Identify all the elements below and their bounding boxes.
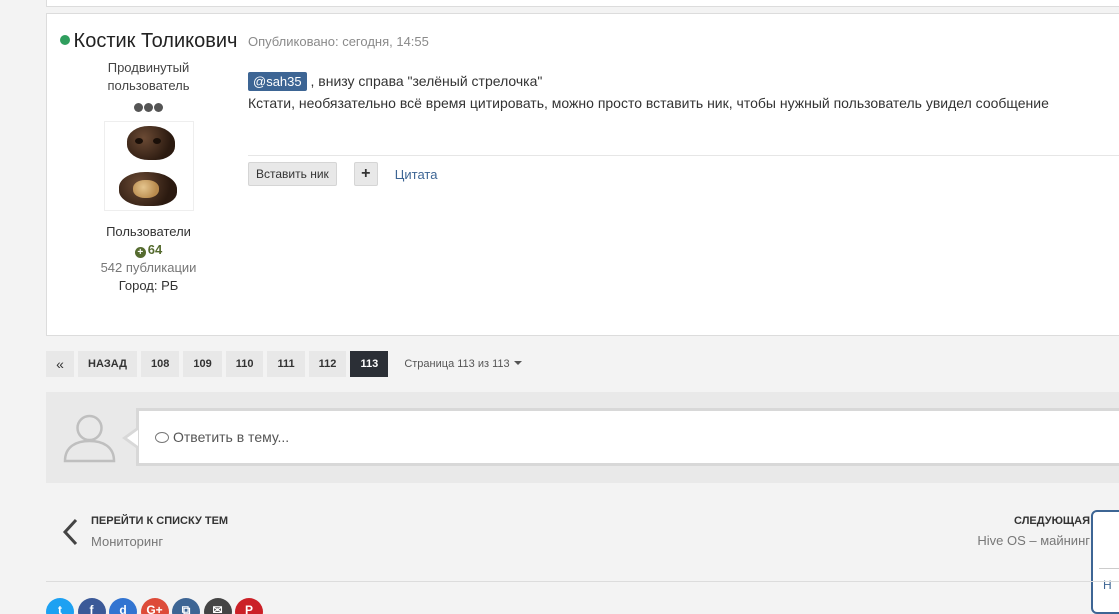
online-status-icon <box>59 35 70 45</box>
reply-area: Ответить в тему... <box>46 392 1119 483</box>
first-page-button[interactable]: « <box>46 351 74 377</box>
quote-link[interactable]: Цитата <box>395 167 438 182</box>
multiquote-plus-button[interactable]: + <box>353 162 378 186</box>
prev-page-button[interactable]: НАЗАД <box>78 351 137 377</box>
notification-popup[interactable]: Н <box>1091 510 1119 614</box>
author-avatar[interactable] <box>103 121 194 211</box>
page-button[interactable]: 111 <box>267 351 305 377</box>
post-body: Опубликовано: сегодня, 14:55 @sah35 , вн… <box>248 14 1119 186</box>
chevron-left-icon <box>62 518 78 546</box>
reputation: +64 <box>47 241 250 259</box>
post-divider <box>248 155 1119 156</box>
previous-post-edge <box>46 0 1119 7</box>
post-actions: Вставить ник + Цитата <box>248 162 437 186</box>
share-icon[interactable]: ⧉ <box>172 598 200 614</box>
author-name-text[interactable]: Костик Толикович <box>74 30 238 52</box>
post-count: 542 публикации <box>100 260 197 275</box>
page-jump-dropdown[interactable]: Страница 113 из 113 <box>404 358 522 370</box>
page-button[interactable]: 112 <box>308 351 347 377</box>
author-name[interactable]: Костик Толикович <box>47 30 250 53</box>
popup-divider <box>1099 568 1119 569</box>
user-mention[interactable]: @sah35 <box>248 72 307 91</box>
facebook-icon[interactable]: f <box>77 598 106 614</box>
rank-pips <box>47 99 250 113</box>
post-line-1-text: , внизу справа "зелёный стрелочка" <box>306 73 543 89</box>
next-topic-nav[interactable]: СЛЕДУЮЩАЯ Hive OS – майнинг <box>890 515 1090 548</box>
post-date[interactable]: Опубликовано: сегодня, 14:55 <box>248 34 1119 49</box>
next-topic-sub[interactable]: Hive OS – майнинг <box>890 533 1090 548</box>
bottom-divider <box>46 581 1119 582</box>
reply-placeholder-text: Ответить в тему... <box>173 429 290 445</box>
delicious-icon[interactable]: d <box>109 598 137 614</box>
reply-arrow-inner-shape <box>127 430 138 446</box>
twitter-icon[interactable]: t <box>46 598 74 614</box>
email-icon[interactable]: ✉ <box>203 598 232 614</box>
share-buttons: t f d G+ ⧉ ✉ P <box>46 598 267 614</box>
avatar-eye-shape <box>152 138 161 144</box>
google-plus-icon[interactable]: G+ <box>140 598 169 614</box>
page-button[interactable]: 110 <box>225 351 264 377</box>
rank-pip-icon <box>134 103 143 112</box>
comment-icon <box>155 432 169 443</box>
insert-nick-button[interactable]: Вставить ник <box>248 162 337 186</box>
pagination: « НАЗАД 108 109 110 111 112 113 Страница… <box>46 351 522 377</box>
pinterest-icon[interactable]: P <box>235 598 263 614</box>
rank-pip-icon <box>154 103 163 112</box>
post-content: @sah35 , внизу справа "зелёный стрелочка… <box>248 70 1119 114</box>
author-city: Город: РБ <box>118 278 179 293</box>
author-rank: Продвинутый пользователь <box>107 60 190 93</box>
avatar-skull-shape <box>126 126 175 160</box>
avatar-eye-shape <box>134 138 143 144</box>
prev-topic-title[interactable]: ПЕРЕЙТИ К СПИСКУ ТЕМ <box>91 515 228 527</box>
page-button[interactable]: 109 <box>183 351 222 377</box>
post-author-panel: Костик Толикович Продвинутый пользовател… <box>47 14 250 295</box>
next-topic-title[interactable]: СЛЕДУЮЩАЯ <box>890 515 1090 527</box>
prev-topic-sub[interactable]: Мониторинг <box>91 534 163 549</box>
reputation-value: 64 <box>147 242 163 257</box>
forum-post: Костик Толикович Продвинутый пользовател… <box>46 13 1119 336</box>
author-group: Пользователи <box>106 224 191 239</box>
caret-down-icon <box>513 361 522 365</box>
post-line-1: @sah35 , внизу справа "зелёный стрелочка… <box>248 70 1119 92</box>
plus-circle-icon: + <box>134 247 146 258</box>
avatar-nut-shape <box>132 180 159 198</box>
reply-input[interactable]: Ответить в тему... <box>136 408 1119 466</box>
reply-placeholder: Ответить в тему... <box>155 429 289 445</box>
rank-pip-icon <box>144 103 153 112</box>
page-button[interactable]: 108 <box>140 351 180 377</box>
user-placeholder-avatar-icon <box>63 414 116 463</box>
post-line-2: Кстати, необязательно всё время цитирова… <box>248 95 1049 111</box>
current-page-button[interactable]: 113 <box>350 351 389 377</box>
page-jump-label: Страница 113 из 113 <box>404 358 510 370</box>
